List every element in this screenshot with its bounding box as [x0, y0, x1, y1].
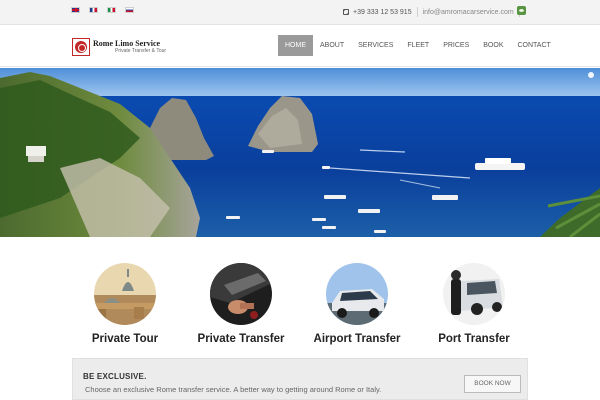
tripadvisor-icon[interactable] [517, 6, 526, 15]
france-flag-icon[interactable] [89, 7, 98, 13]
top-bar: +39 333 12 53 915 info@amromacarservice.… [0, 0, 600, 25]
service-private-transfer[interactable]: Private Transfer [181, 263, 301, 345]
nav-prices[interactable]: Prices [436, 35, 476, 56]
service-title: Port Transfer [438, 333, 510, 345]
nav-fleet[interactable]: Fleet [400, 35, 436, 56]
service-title: Private Tour [91, 333, 159, 345]
cta-heading: BE EXCLUSIVE. [83, 372, 147, 381]
hero-banner [0, 68, 600, 237]
phone-icon [343, 9, 349, 15]
italy-flag-icon[interactable] [107, 7, 116, 13]
nav-home[interactable]: Home [278, 35, 313, 56]
site-header: Rome Limo Service Private Transfer & Tou… [0, 26, 600, 67]
nav-contact[interactable]: Contact [511, 35, 558, 56]
nav-about[interactable]: About [313, 35, 351, 56]
service-title: Private Transfer [197, 333, 285, 345]
nav-book[interactable]: Book [476, 35, 510, 56]
phone-number[interactable]: +39 333 12 53 915 [353, 9, 412, 16]
contact-bar: +39 333 12 53 915 info@amromacarservice.… [343, 7, 525, 17]
cta-text: Choose an exclusive Rome transfer servic… [85, 385, 382, 394]
book-now-button[interactable]: Book now [464, 375, 521, 393]
logo-emblem-icon [72, 38, 90, 56]
russia-flag-icon[interactable] [125, 7, 134, 13]
rome-dome-photo-icon [94, 263, 156, 325]
site-logo[interactable]: Rome Limo Service Private Transfer & Tou… [72, 38, 166, 56]
language-switcher [71, 7, 134, 13]
driver-hand-photo-icon [210, 263, 272, 325]
logo-name: Rome Limo Service [93, 39, 161, 48]
hero-coast-image [0, 68, 600, 237]
service-airport-transfer[interactable]: Airport Transfer [297, 263, 417, 345]
logo-tagline: Private Transfer & Tour [115, 48, 167, 54]
service-private-tour[interactable]: Private Tour [65, 263, 185, 345]
divider [416, 7, 418, 17]
cta-banner: BE EXCLUSIVE. Choose an exclusive Rome t… [72, 358, 528, 400]
service-port-transfer[interactable]: Port Transfer [414, 263, 534, 345]
chauffeur-door-photo-icon [443, 263, 505, 325]
uk-flag-icon[interactable] [71, 7, 80, 13]
email-link[interactable]: info@amromacarservice.com [423, 9, 514, 16]
car-front-photo-icon [326, 263, 388, 325]
nav-services[interactable]: Services [351, 35, 400, 56]
service-title: Airport Transfer [313, 333, 401, 345]
main-nav: Home About Services Fleet Prices Book Co… [278, 35, 558, 56]
